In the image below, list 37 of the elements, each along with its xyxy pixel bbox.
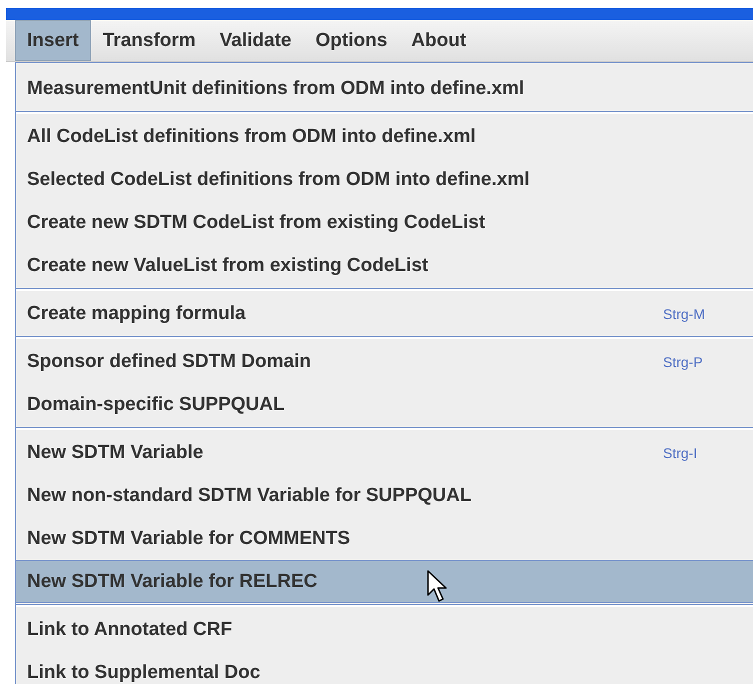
- menu-item-label: New non-standard SDTM Variable for SUPPQUAL: [27, 484, 472, 506]
- menu-item-label: New SDTM Variable: [27, 442, 204, 464]
- menu-item[interactable]: New SDTM Variable Strg-I: [16, 431, 753, 474]
- menu-item-label: Create mapping formula: [27, 302, 246, 324]
- menu-item[interactable]: Create new ValueList from existing CodeList: [16, 244, 753, 287]
- menu-bar-item[interactable]: Insert: [15, 20, 91, 61]
- menu-item-label: Create new ValueList from existing CodeList: [27, 254, 428, 276]
- menu-item[interactable]: All CodeList definitions from ODM into define.xml: [16, 115, 753, 158]
- menu-item[interactable]: Selected CodeList definitions from ODM into define.xml: [16, 158, 753, 201]
- menu-item-label: New SDTM Variable for COMMENTS: [27, 528, 350, 550]
- menu-item-label: Sponsor defined SDTM Domain: [27, 350, 311, 372]
- menu-item[interactable]: Create new SDTM CodeList from existing CodeList: [16, 201, 753, 244]
- shortcut-label: Strg-M: [663, 306, 705, 322]
- menu-bar-item[interactable]: Validate: [208, 20, 304, 61]
- menu-item[interactable]: New SDTM Variable for RELREC: [16, 560, 753, 603]
- menu-item[interactable]: MeasurementUnit definitions from ODM into define.xml: [16, 67, 753, 110]
- menu-item[interactable]: Domain-specific SUPPQUAL: [16, 383, 753, 426]
- menu-item-label: All CodeList definitions from ODM into define.xml: [27, 126, 476, 148]
- menu-bar-item[interactable]: About: [399, 20, 478, 61]
- menu-item[interactable]: Link to Supplemental Doc: [16, 651, 753, 684]
- menu-item[interactable]: Create mapping formula Strg-M: [16, 292, 753, 335]
- shortcut-label: Strg-P: [663, 354, 703, 370]
- menu-item-label: MeasurementUnit definitions from ODM into define.xml: [27, 78, 524, 100]
- menu-item[interactable]: Link to Annotated CRF: [16, 608, 753, 651]
- mouse-pointer-icon: [427, 570, 449, 604]
- menu-item-label: Create new SDTM CodeList from existing CodeList: [27, 212, 486, 234]
- shortcut-label: Strg-I: [663, 444, 698, 460]
- menu-item-label: New SDTM Variable for RELREC: [27, 570, 318, 592]
- menu-item[interactable]: New SDTM Variable for COMMENTS: [16, 517, 753, 560]
- menu-item-label: Selected CodeList definitions from ODM into define.xml: [27, 168, 530, 190]
- menu-item-label: Domain-specific SUPPQUAL: [27, 394, 285, 416]
- menu-item-label: Link to Supplemental Doc: [27, 662, 260, 684]
- menu-item[interactable]: Sponsor defined SDTM Domain Strg-P: [16, 340, 753, 383]
- menu-bar-item[interactable]: Options: [304, 20, 400, 61]
- menu-item-label: Link to Annotated CRF: [27, 618, 232, 640]
- menu-bar-item[interactable]: Transform: [90, 20, 208, 61]
- menu-item[interactable]: New non-standard SDTM Variable for SUPPQUAL: [16, 474, 753, 517]
